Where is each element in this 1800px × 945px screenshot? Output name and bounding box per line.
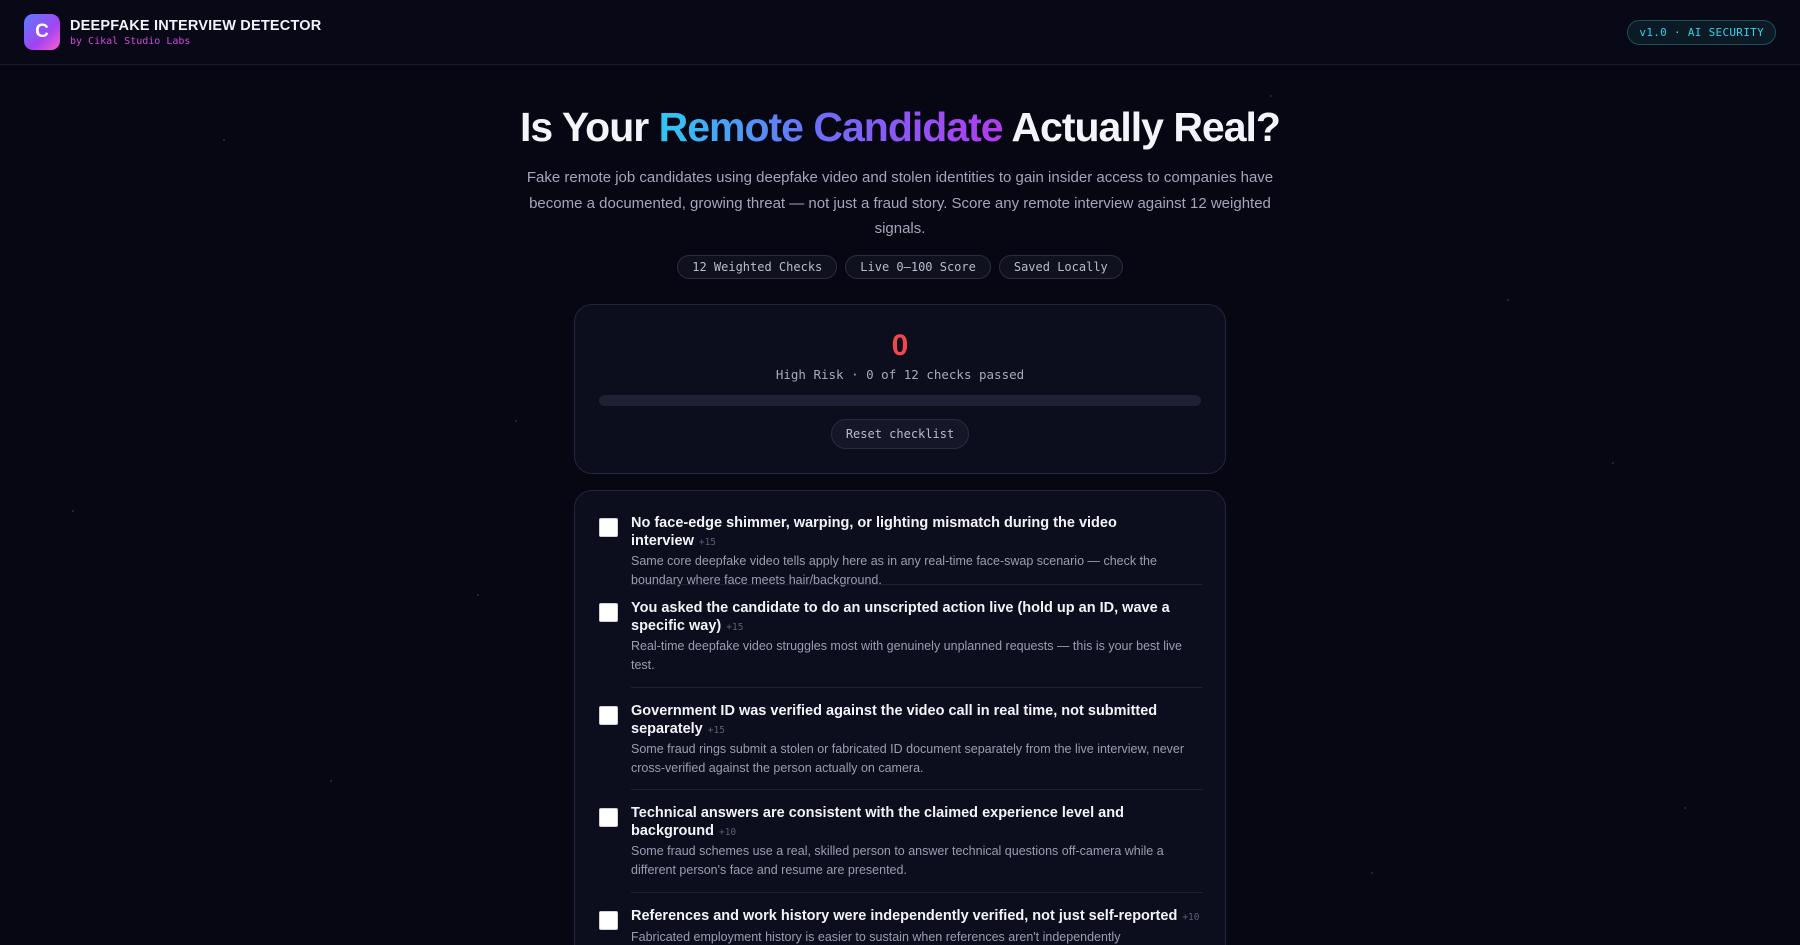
checklist-item-text: No face-edge shimmer, warping, or lighti… bbox=[631, 515, 1203, 589]
checklist-divider bbox=[631, 892, 1203, 893]
checklist-divider bbox=[631, 584, 1203, 585]
checklist-item-weight: +15 bbox=[707, 724, 725, 736]
logo-letter: C bbox=[35, 21, 49, 42]
checklist-checkbox[interactable] bbox=[599, 518, 618, 537]
checklist-item-description: Some fraud schemes use a real, skilled p… bbox=[631, 844, 1164, 877]
app-subtitle: by Cikal Studio Labs bbox=[70, 36, 191, 47]
checklist-item-weight: +15 bbox=[698, 536, 717, 548]
score-card: 0 High Risk · 0 of 12 checks passed Rese… bbox=[574, 304, 1226, 474]
checklist-item-title: Technical answers are consistent with th… bbox=[631, 805, 1203, 841]
checklist-checkbox[interactable] bbox=[599, 808, 618, 827]
score-value: 0 bbox=[891, 329, 909, 362]
checklist-item-title: References and work history were indepen… bbox=[631, 908, 1203, 927]
version-badge: v1.0 · AI SECURITY bbox=[1627, 20, 1776, 45]
app-logo: C bbox=[24, 14, 60, 50]
checklist-item-title: Government ID was verified against the v… bbox=[631, 703, 1203, 739]
checklist-item-weight: +10 bbox=[1182, 912, 1200, 923]
chip-live-score: Live 0–100 Score bbox=[845, 255, 991, 279]
checklist-item-text: You asked the candidate to do an unscrip… bbox=[631, 600, 1203, 674]
checklist-checkbox[interactable] bbox=[599, 603, 618, 622]
hero-title: Is Your Remote Candidate Actually Real? bbox=[0, 104, 1800, 151]
checklist-divider bbox=[631, 789, 1203, 790]
checklist-checkbox[interactable] bbox=[599, 706, 618, 725]
checklist-item-title-text: References and work history were indepen… bbox=[631, 908, 1178, 924]
checklist-divider bbox=[631, 687, 1203, 688]
checklist-item-description: Real-time deepfake video struggles most … bbox=[631, 639, 1182, 672]
checklist-item-description: Fabricated employment history is easier … bbox=[631, 929, 1121, 944]
checklist-item-title-text: You asked the candidate to do an unscrip… bbox=[631, 600, 1170, 634]
checklist-item-description: Some fraud rings submit a stolen or fabr… bbox=[631, 742, 1185, 775]
checklist-item-weight: +10 bbox=[718, 826, 737, 838]
reset-checklist-button[interactable]: Reset checklist bbox=[831, 419, 969, 449]
hero-title-prefix: Is Your bbox=[520, 104, 659, 150]
app-header: C DEEPFAKE INTERVIEW DETECTOR by Cikal S… bbox=[0, 0, 1800, 65]
score-progress-bar bbox=[599, 395, 1201, 406]
app-title: DEEPFAKE INTERVIEW DETECTOR bbox=[70, 18, 322, 34]
checklist-card: No face-edge shimmer, warping, or lighti… bbox=[574, 490, 1226, 945]
checklist-item-weight: +15 bbox=[726, 621, 744, 633]
checklist-item-text: References and work history were indepen… bbox=[631, 908, 1203, 945]
score-status: High Risk · 0 of 12 checks passed bbox=[775, 367, 1025, 382]
checklist-checkbox[interactable] bbox=[599, 911, 618, 930]
checklist-item-title: You asked the candidate to do an unscrip… bbox=[631, 600, 1203, 636]
hero-description: Fake remote job candidates using deepfak… bbox=[526, 169, 1274, 237]
chip-saved-locally: Saved Locally bbox=[998, 255, 1123, 279]
chip-weighted-checks: 12 Weighted Checks bbox=[677, 255, 838, 279]
checklist-item-title-text: Technical answers are consistent with th… bbox=[631, 805, 1124, 839]
checklist-item-text: Technical answers are consistent with th… bbox=[631, 805, 1203, 879]
checklist-item-title: No face-edge shimmer, warping, or lighti… bbox=[631, 515, 1203, 551]
hero-title-suffix: Actually Real? bbox=[1002, 104, 1281, 150]
checklist-item-text: Government ID was verified against the v… bbox=[631, 703, 1203, 777]
hero-title-highlight: Remote Candidate bbox=[658, 104, 1004, 150]
feature-chips: 12 Weighted Checks Live 0–100 Score Save… bbox=[0, 255, 1800, 279]
